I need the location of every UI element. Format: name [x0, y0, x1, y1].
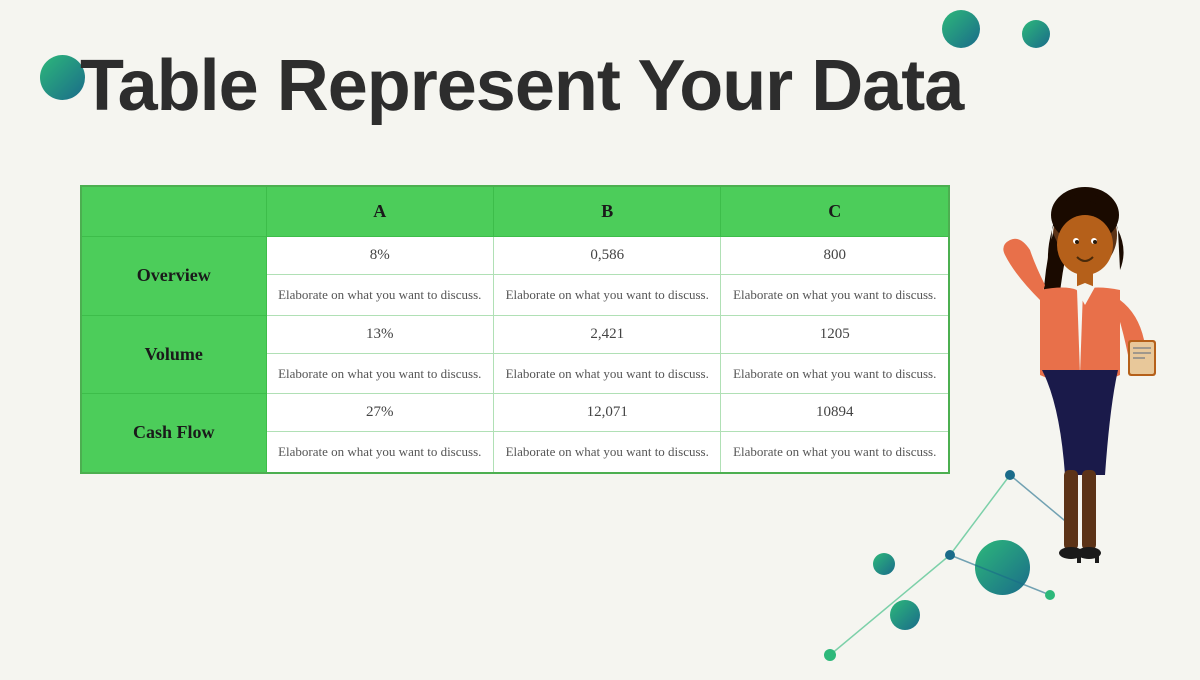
presenter-figure — [980, 175, 1180, 675]
overview-b-text: Elaborate on what you want to discuss. — [493, 275, 720, 316]
table-header-c: C — [721, 186, 949, 237]
table-row: Cash Flow 27% 12,071 10894 — [81, 394, 949, 432]
volume-c-number: 1205 — [721, 315, 949, 353]
decorative-circle-tr1 — [942, 10, 980, 48]
table-header-row: A B C — [81, 186, 949, 237]
overview-c-text: Elaborate on what you want to discuss. — [721, 275, 949, 316]
volume-c-text: Elaborate on what you want to discuss. — [721, 353, 949, 394]
table-row: Overview 8% 0,586 800 — [81, 237, 949, 275]
cashflow-c-number: 10894 — [721, 394, 949, 432]
decorative-circle-tr2 — [1022, 20, 1050, 48]
volume-a-text: Elaborate on what you want to discuss. — [266, 353, 493, 394]
decorative-circle-tl — [40, 55, 85, 100]
volume-b-text: Elaborate on what you want to discuss. — [493, 353, 720, 394]
cashflow-a-number: 27% — [266, 394, 493, 432]
decorative-circle-br3 — [873, 553, 895, 575]
cashflow-c-text: Elaborate on what you want to discuss. — [721, 432, 949, 473]
cashflow-b-number: 12,071 — [493, 394, 720, 432]
overview-a-text: Elaborate on what you want to discuss. — [266, 275, 493, 316]
table-header-empty — [81, 186, 266, 237]
table-header-a: A — [266, 186, 493, 237]
table-header-b: B — [493, 186, 720, 237]
page-title: Table Represent Your Data — [80, 45, 963, 127]
overview-a-number: 8% — [266, 237, 493, 275]
volume-a-number: 13% — [266, 315, 493, 353]
row-label-volume: Volume — [81, 315, 266, 394]
row-label-cashflow: Cash Flow — [81, 394, 266, 473]
volume-b-number: 2,421 — [493, 315, 720, 353]
overview-b-number: 0,586 — [493, 237, 720, 275]
cashflow-a-text: Elaborate on what you want to discuss. — [266, 432, 493, 473]
data-table: A B C Overview 8% 0,586 800 Elaborate on… — [80, 185, 950, 474]
overview-c-number: 800 — [721, 237, 949, 275]
data-table-container: A B C Overview 8% 0,586 800 Elaborate on… — [80, 185, 950, 474]
table-row: Volume 13% 2,421 1205 — [81, 315, 949, 353]
decorative-circle-br2 — [890, 600, 920, 630]
cashflow-b-text: Elaborate on what you want to discuss. — [493, 432, 720, 473]
row-label-overview: Overview — [81, 237, 266, 316]
